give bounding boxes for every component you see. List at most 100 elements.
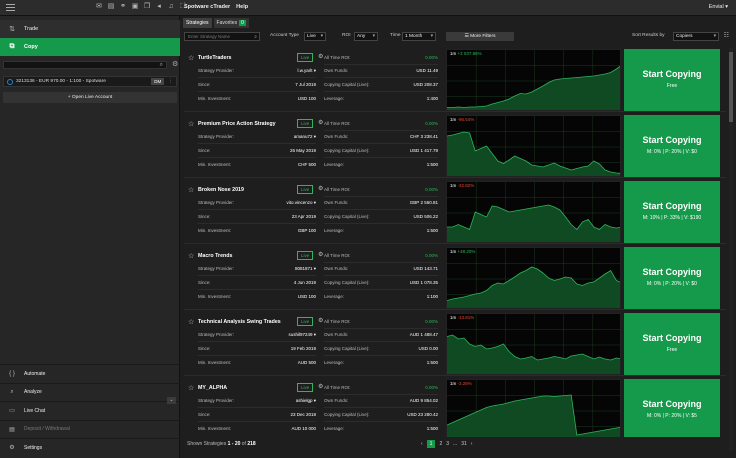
provider-value[interactable]: vito.vincenzo ▾ (262, 200, 316, 206)
favorite-star-icon[interactable]: ☆ (188, 384, 194, 392)
screenshot-icon[interactable]: ▣ (131, 3, 139, 11)
strategy-card[interactable]: ☆ TurtleTraders Live ⚙ Strategy Provider… (184, 48, 726, 112)
start-copying-button[interactable]: Start Copying M: 0% | P: 20% | V: $0 (624, 247, 720, 309)
page-link[interactable]: 2 (439, 441, 442, 447)
strategy-card[interactable]: ☆ Premium Price Action Strategy Live ⚙ S… (184, 114, 726, 178)
settings-gear-icon[interactable]: ⚙ (172, 60, 178, 68)
collapse-chevron-icon[interactable]: ⌄ (167, 397, 176, 404)
performance-chart[interactable]: 1m +48.20% (446, 247, 621, 309)
window-icon[interactable]: ❐ (143, 3, 151, 11)
more-filters-button[interactable]: ☰ More Filters (446, 32, 514, 41)
own-funds-value: AUD 1 488.47 (409, 332, 438, 337)
scrollbar[interactable] (729, 48, 733, 451)
page-link[interactable]: 3 (446, 441, 449, 447)
favorite-star-icon[interactable]: ☆ (188, 252, 194, 260)
provider-value[interactable]: amanu72 ▾ (262, 134, 316, 140)
leverage-value: 1:500 (426, 360, 438, 365)
page-link[interactable]: › (471, 441, 473, 447)
nav-deposit-withdrawal[interactable]: ▤ Deposit / Withdrawal (0, 419, 180, 439)
strategy-settings-icon[interactable]: ⚙ (318, 383, 323, 390)
nav-live-chat[interactable]: ▭ Live Chat (0, 401, 180, 420)
bell-icon[interactable]: ♫ (167, 3, 175, 11)
start-copying-button[interactable]: Start Copying Free (624, 49, 720, 111)
strategy-card[interactable]: ☆ MY_ALPHA Live ⚙ Strategy Provider: ash… (184, 378, 726, 442)
live-badge: Live (297, 383, 314, 392)
provider-value[interactable]: l.w.yarlt ▾ (262, 68, 316, 74)
tab-strategies[interactable]: Strategies (183, 18, 212, 28)
performance-chart[interactable]: 1m -13.81% (446, 313, 621, 375)
favorite-star-icon[interactable]: ☆ (188, 318, 194, 326)
page-link[interactable]: ‹ (421, 441, 423, 447)
account-selector[interactable]: 3213136 - EUR 970.00 - 1:100 - Spotware … (3, 76, 177, 87)
provider-value[interactable]: 8081871 ▾ (262, 266, 316, 272)
nav-automate[interactable]: { } Automate (0, 364, 180, 383)
fee-info: M: 0% | P: 20% | V: $5 (647, 413, 697, 419)
min-investment-label: Min. Investment: (198, 426, 232, 431)
start-copying-button[interactable]: Start Copying Free (624, 313, 720, 375)
strategy-settings-icon[interactable]: ⚙ (318, 53, 323, 60)
strategy-search-input[interactable]: Enter Strategy Name ⌕ (184, 32, 260, 41)
roi-value: 0.00% (425, 385, 438, 390)
search-icon: ⌕ (159, 62, 163, 68)
user-menu[interactable]: Envial ▾ (709, 4, 728, 10)
nav-trade[interactable]: ⇅ Trade (0, 20, 180, 38)
strategy-name[interactable]: Broken Nose 2019 (198, 187, 244, 193)
performance-chart[interactable]: 1m -96.54% (446, 115, 621, 177)
strategy-name[interactable]: TurtleTraders (198, 55, 231, 61)
start-copying-label: Start Copying (642, 333, 702, 343)
hamburger-menu-icon[interactable] (6, 4, 15, 11)
strategy-settings-icon[interactable]: ⚙ (318, 251, 323, 258)
strategy-name[interactable]: Technical Analysis Swing Trades (198, 319, 281, 325)
min-investment-value: AUD 10 000 (291, 426, 316, 431)
strategy-card[interactable]: ☆ Technical Analysis Swing Trades Live ⚙… (184, 312, 726, 376)
strategy-card[interactable]: ☆ Macro Trends Live ⚙ Strategy Provider:… (184, 246, 726, 310)
shown-strategies: Shown Strategies 1 - 20 of 218 (187, 441, 256, 447)
strategy-name[interactable]: MY_ALPHA (198, 385, 227, 391)
menu-app-name[interactable]: Spotware cTrader (184, 4, 230, 10)
menu-help[interactable]: Help (236, 4, 248, 10)
tab-favorites[interactable]: Favorites 0 (213, 18, 249, 28)
nav-copy[interactable]: ⧉ Copy (0, 38, 180, 56)
provider-value[interactable]: sushil97249 ▾ (262, 332, 316, 338)
left-search-input[interactable]: ⌕ (3, 61, 167, 69)
performance-chart[interactable]: 1m +2 037.86% (446, 49, 621, 111)
list-options-icon[interactable]: ☷ (724, 32, 729, 39)
strategy-settings-icon[interactable]: ⚙ (318, 119, 323, 126)
open-live-account-button[interactable]: + Open Live Account (3, 92, 177, 103)
more-options-icon[interactable]: ⋮ (168, 79, 173, 84)
page-link[interactable]: 1 (426, 440, 436, 448)
page-link[interactable]: ... (453, 441, 457, 447)
favorite-star-icon[interactable]: ☆ (188, 120, 194, 128)
sort-select[interactable]: Copiers (673, 32, 719, 41)
strategy-settings-icon[interactable]: ⚙ (318, 317, 323, 324)
performance-chart[interactable]: 1m -3.28% (446, 379, 621, 441)
favorite-star-icon[interactable]: ☆ (188, 186, 194, 194)
scrollbar-thumb[interactable] (729, 52, 733, 122)
strategy-card[interactable]: ☆ Broken Nose 2019 Live ⚙ Strategy Provi… (184, 180, 726, 244)
copying-capital-label: Copying Capital (Live): (324, 82, 370, 87)
strategy-name[interactable]: Macro Trends (198, 253, 232, 259)
favorite-star-icon[interactable]: ☆ (188, 54, 194, 62)
roi-select[interactable]: Any (354, 32, 378, 41)
time-select[interactable]: 1 Month (402, 32, 436, 41)
link-icon[interactable]: ⚭ (119, 3, 127, 11)
sound-icon[interactable]: ◂ (155, 3, 163, 11)
strategy-settings-icon[interactable]: ⚙ (318, 185, 323, 192)
start-copying-button[interactable]: Start Copying M: 0% | P: 20% | V: $0 (624, 115, 720, 177)
since-value: 26 May 2019 (289, 148, 316, 153)
copying-capital-label: Copying Capital (Live): (324, 280, 370, 285)
nav-settings[interactable]: ⚙ Settings (0, 438, 180, 457)
strategy-name[interactable]: Premium Price Action Strategy (198, 121, 276, 127)
account-type-select[interactable]: Live (304, 32, 326, 41)
provider-value[interactable]: ashielgp ▾ (262, 398, 316, 404)
performance-chart[interactable]: 1m -32.82% (446, 181, 621, 243)
chart-label: 1m -3.28% (450, 381, 472, 386)
page-link[interactable]: 31 (461, 441, 467, 447)
start-copying-button[interactable]: Start Copying M: 0% | P: 20% | V: $5 (624, 379, 720, 441)
more-filters-label: More Filters (470, 34, 496, 39)
nav-analyze[interactable]: ⌕ Analyze (0, 382, 180, 402)
start-copying-button[interactable]: Start Copying M: 10% | P: 33% | V: $190 (624, 181, 720, 243)
layout-icon[interactable]: ▤ (107, 3, 115, 11)
mail-icon[interactable]: ✉ (95, 3, 103, 11)
since-label: Since: (198, 82, 211, 87)
